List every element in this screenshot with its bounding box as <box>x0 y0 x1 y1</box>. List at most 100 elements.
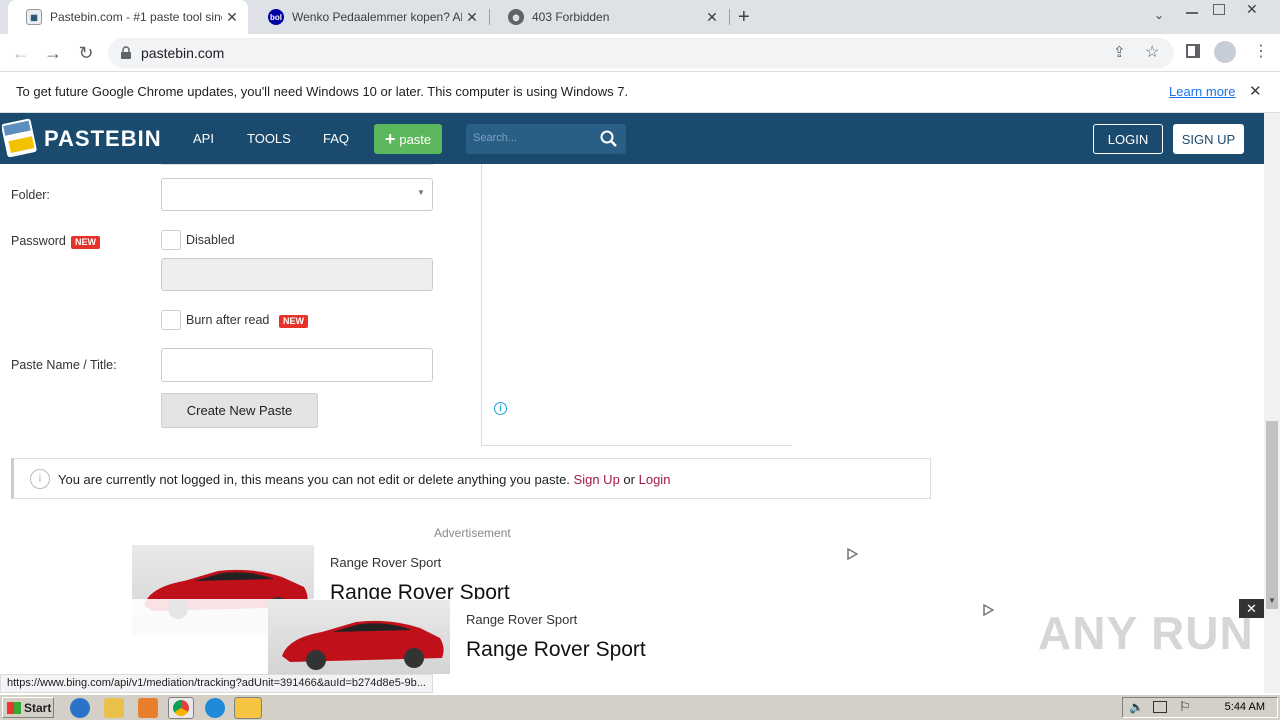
tab-title: Wenko Pedaalemmer kopen? Alle Pedaalemme… <box>292 10 462 24</box>
chrome-icon <box>173 700 189 716</box>
share-icon[interactable]: ⇪ <box>1113 43 1126 61</box>
advertisement-label: Advertisement <box>434 526 511 540</box>
not-logged-in-notice: i You are currently not logged in, this … <box>11 458 931 499</box>
tab-pastebin[interactable]: ▦ Pastebin.com - #1 paste tool since 200… <box>8 0 248 34</box>
adchoices-icon[interactable] <box>982 604 994 616</box>
new-badge: NEW <box>279 315 308 328</box>
infobar-message: To get future Google Chrome updates, you… <box>16 84 629 99</box>
page-scrollbar[interactable]: ▼ <box>1264 113 1280 693</box>
side-ad-frame: i <box>481 164 792 446</box>
new-paste-button[interactable]: + paste <box>374 124 442 154</box>
start-button[interactable]: Start <box>2 697 54 718</box>
search-icon[interactable] <box>600 130 618 148</box>
menu-kebab-icon[interactable]: ⋮ <box>1253 41 1269 61</box>
learn-more-link[interactable]: Learn more <box>1169 84 1235 99</box>
flag-icon[interactable]: ⚐ <box>1179 699 1191 715</box>
notice-text: You are currently not logged in, this me… <box>58 472 570 487</box>
close-tab-icon[interactable]: ✕ <box>222 9 242 26</box>
window-close-icon[interactable]: ✕ <box>1246 1 1258 18</box>
password-checkbox[interactable] <box>161 230 181 250</box>
volume-icon[interactable]: 🔈 <box>1129 700 1144 714</box>
pastebin-favicon-icon: ▦ <box>26 9 42 25</box>
chrome-update-infobar: To get future Google Chrome updates, you… <box>0 72 1280 113</box>
plus-icon: + <box>384 128 396 149</box>
url-text: pastebin.com <box>141 45 225 61</box>
search-input[interactable]: Search... <box>466 124 626 154</box>
pastebin-logo-text[interactable]: PASTEBIN <box>44 126 162 152</box>
tab-strip: ▦ Pastebin.com - #1 paste tool since 200… <box>0 0 1280 34</box>
chevron-down-icon: ▼ <box>417 188 425 197</box>
anyrun-watermark: ANY RUN <box>1038 607 1254 659</box>
edge-icon[interactable] <box>205 698 225 718</box>
pastebin-logo-icon[interactable] <box>1 117 38 158</box>
nav-faq[interactable]: FAQ <box>323 131 349 146</box>
paste-button-label: paste <box>399 131 432 147</box>
globe-icon: ◍ <box>508 9 524 25</box>
browser-toolbar: ← → ↻ pastebin.com ⇪ ☆ ⋮ <box>0 34 1280 72</box>
side-panel-icon[interactable] <box>1186 44 1200 58</box>
burn-after-read-checkbox[interactable] <box>161 310 181 330</box>
lock-icon <box>121 46 131 59</box>
search-placeholder: Search... <box>473 132 518 144</box>
scroll-down-arrow-icon[interactable]: ▼ <box>1268 596 1276 605</box>
address-bar[interactable]: pastebin.com ⇪ ☆ <box>108 38 1174 68</box>
bookmark-star-icon[interactable]: ☆ <box>1145 42 1159 62</box>
ad-brand: Range Rover Sport <box>466 612 578 627</box>
start-label: Start <box>24 700 52 715</box>
profile-avatar-icon[interactable] <box>1214 41 1236 63</box>
folder-icon[interactable] <box>104 698 124 718</box>
reload-icon[interactable]: ↻ <box>75 42 97 64</box>
minimize-icon[interactable] <box>1186 4 1198 14</box>
tab-403[interactable]: ◍ 403 Forbidden ✕ <box>490 0 728 34</box>
back-icon[interactable]: ← <box>10 42 32 64</box>
tab-title: 403 Forbidden <box>532 10 610 24</box>
windows-logo-icon <box>7 701 21 714</box>
notice-text-line: You are currently not logged in, this me… <box>58 472 670 487</box>
password-input[interactable] <box>161 258 433 291</box>
folder-select[interactable]: ▼ <box>161 178 433 211</box>
ad-brand: Range Rover Sport <box>330 555 442 570</box>
nav-api[interactable]: API <box>193 131 214 146</box>
chrome-taskbar-button[interactable] <box>168 697 194 719</box>
login-button[interactable]: LOGIN <box>1093 124 1163 154</box>
infobar-close-icon[interactable]: ✕ <box>1249 82 1262 100</box>
password-checkbox-label: Disabled <box>186 233 235 247</box>
signup-link[interactable]: Sign Up <box>574 472 620 487</box>
app-taskbar-button[interactable] <box>234 697 262 719</box>
car-image <box>268 600 450 674</box>
password-label: Password <box>11 234 66 248</box>
login-link[interactable]: Login <box>639 472 671 487</box>
status-url-bubble: https://www.bing.com/api/v1/mediation/tr… <box>0 674 433 693</box>
ad-card-inline[interactable]: Range Rover Sport Range Rover Sport <box>132 545 868 635</box>
burn-after-read-label: Burn after read <box>186 313 270 327</box>
forward-icon[interactable]: → <box>42 42 64 64</box>
create-new-paste-button[interactable]: Create New Paste <box>161 393 318 428</box>
close-tab-icon[interactable]: ✕ <box>702 9 722 26</box>
media-player-icon[interactable] <box>138 698 158 718</box>
tab-search-chevron-icon[interactable]: ⌄ <box>1154 8 1164 22</box>
nav-tools[interactable]: TOOLS <box>247 131 291 146</box>
system-tray: 🔈 ⚐ 5:44 AM <box>1122 697 1278 718</box>
new-tab-button[interactable]: + <box>738 6 750 29</box>
ie-icon[interactable] <box>70 698 90 718</box>
field-divider <box>161 164 433 165</box>
new-badge: NEW <box>71 236 100 249</box>
clock: 5:44 AM <box>1224 701 1265 713</box>
restore-icon[interactable] <box>1213 4 1225 15</box>
windows-taskbar: Start 🔈 ⚐ 5:44 AM <box>0 694 1280 720</box>
ad-card-sticky[interactable]: Range Rover Sport Range Rover Sport <box>268 600 996 674</box>
tab-separator <box>729 9 730 25</box>
paste-title-label: Paste Name / Title: <box>11 358 117 372</box>
ad-info-icon[interactable]: i <box>494 402 507 415</box>
info-icon: i <box>30 469 50 489</box>
pastebin-header: PASTEBIN API TOOLS FAQ + paste Search...… <box>0 113 1264 164</box>
signup-button[interactable]: SIGN UP <box>1173 124 1244 154</box>
notice-or: or <box>623 472 635 487</box>
tab-bol[interactable]: bol Wenko Pedaalemmer kopen? Alle Pedaal… <box>250 0 488 34</box>
network-icon[interactable] <box>1153 701 1167 713</box>
scrollbar-thumb[interactable] <box>1266 421 1278 609</box>
adchoices-icon[interactable] <box>846 548 858 560</box>
paste-title-input[interactable] <box>161 348 433 382</box>
close-tab-icon[interactable]: ✕ <box>462 9 482 26</box>
ad-title[interactable]: Range Rover Sport <box>466 638 646 662</box>
